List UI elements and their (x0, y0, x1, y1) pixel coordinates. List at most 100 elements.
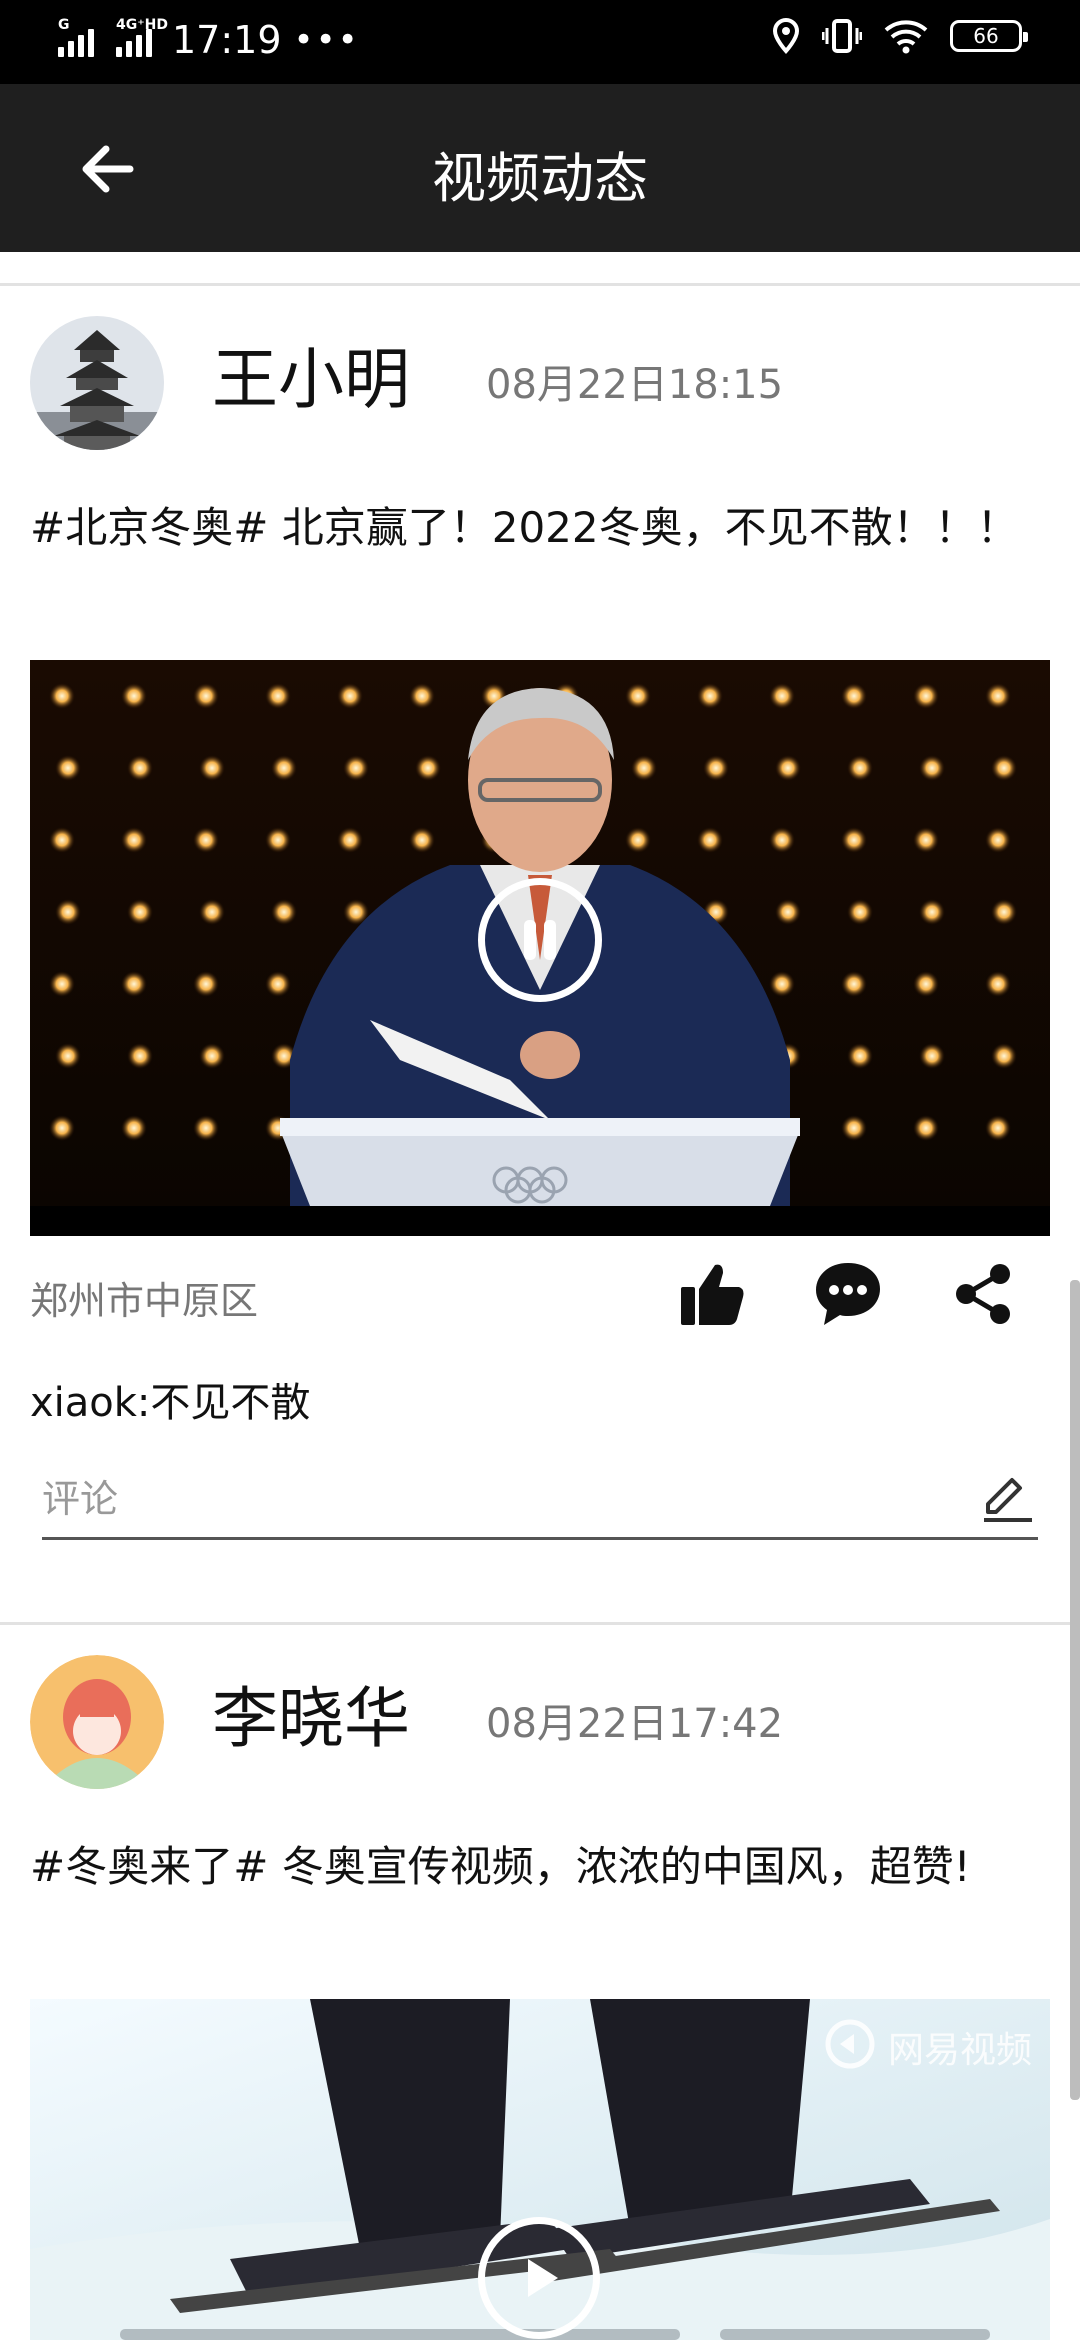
comment-input[interactable] (42, 1464, 942, 1534)
pause-icon (524, 920, 556, 960)
comment-icon (816, 1263, 880, 1325)
status-bar: G 4G⁺HD 17:19 ••• 66 (0, 0, 1080, 84)
stage-light (985, 971, 1011, 997)
post-card: 王小明 08月22日18:15 #北京冬奥# 北京赢了！2022冬奥，不见不散！… (0, 286, 1080, 1622)
stage-light (337, 683, 363, 709)
stage-light (697, 827, 723, 853)
stage-light (271, 755, 297, 781)
stage-light (193, 683, 219, 709)
stage-light (769, 971, 795, 997)
stage-light (199, 755, 225, 781)
battery-icon: 66 (950, 20, 1028, 52)
video-player[interactable]: 网易视频 (30, 1999, 1050, 2340)
stage-light (913, 827, 939, 853)
comment-box (42, 1464, 1038, 1540)
stage-light (265, 971, 291, 997)
stage-light (265, 683, 291, 709)
stage-light (919, 899, 945, 925)
stage-light (991, 1043, 1017, 1069)
girl-avatar-image (30, 1655, 164, 1789)
scrollbar[interactable] (1070, 1280, 1080, 2100)
stage-light (919, 755, 945, 781)
status-left: G 4G⁺HD 17:19 ••• (58, 17, 360, 62)
pause-button[interactable] (478, 878, 602, 1002)
stage-light (985, 827, 1011, 853)
stage-light (121, 827, 147, 853)
stage-light (193, 1115, 219, 1141)
title-bar: 视频动态 (0, 84, 1080, 252)
signal-tag: G (58, 17, 70, 33)
stage-light (343, 755, 369, 781)
stage-light (271, 899, 297, 925)
post-text: #北京冬奥# 北京赢了！2022冬奥，不见不散！！！ (30, 503, 1019, 552)
video-watermark: 网易视频 (888, 2030, 1033, 2071)
stage-light (769, 683, 795, 709)
post-text: #冬奥来了# 冬奥宣传视频，浓浓的中国风，超赞! (30, 1842, 971, 1891)
stage-light (127, 755, 153, 781)
stage-light (55, 755, 81, 781)
stage-light (631, 755, 657, 781)
stage-light (121, 1115, 147, 1141)
edit-icon (984, 1478, 1032, 1522)
stage-light (775, 755, 801, 781)
edit-button[interactable] (978, 1468, 1038, 1528)
page-title: 视频动态 (432, 147, 648, 210)
stage-light (913, 683, 939, 709)
comment-item: xiaok:不见不散 (30, 1380, 311, 1426)
stage-light (985, 1115, 1011, 1141)
stage-light (847, 899, 873, 925)
post-time: 08月22日17:42 (486, 1701, 784, 1747)
stage-light (193, 827, 219, 853)
stage-light (775, 899, 801, 925)
username[interactable]: 李晓华 (212, 1665, 410, 1761)
stage-light (127, 899, 153, 925)
stage-light (409, 827, 435, 853)
like-icon (681, 1264, 744, 1325)
avatar[interactable] (30, 316, 164, 450)
stage-light (913, 1115, 939, 1141)
comment-button[interactable] (808, 1254, 888, 1334)
pagoda-avatar-image (30, 316, 164, 450)
post-time: 08月22日18:15 (486, 362, 784, 408)
stage-light (697, 683, 723, 709)
share-button[interactable] (944, 1254, 1024, 1334)
status-right: 66 (772, 18, 1028, 54)
signal-icon: G (58, 17, 94, 57)
wifi-icon (884, 20, 928, 54)
stage-light (199, 899, 225, 925)
location-text: 郑州市中原区 (30, 1279, 259, 1323)
signal-4g-tag: 4G⁺HD (116, 17, 168, 33)
avatar[interactable] (30, 1655, 164, 1789)
status-dots: ••• (293, 20, 360, 60)
like-button[interactable] (672, 1254, 752, 1334)
stage-light (841, 1115, 867, 1141)
stage-light (127, 1043, 153, 1069)
stage-light (49, 683, 75, 709)
post-card: 李晓华 08月22日17:42 #冬奥来了# 冬奥宣传视频，浓浓的中国风，超赞! (0, 1625, 1080, 2340)
stage-light (625, 683, 651, 709)
vibrate-icon (822, 19, 862, 53)
stage-light (49, 971, 75, 997)
stage-light (625, 827, 651, 853)
stage-light (703, 755, 729, 781)
play-icon (528, 2259, 558, 2297)
stage-light (985, 683, 1011, 709)
username[interactable]: 王小明 (212, 326, 410, 422)
stage-light (841, 971, 867, 997)
stage-light (49, 1115, 75, 1141)
stage-light (337, 827, 363, 853)
location-icon (772, 18, 800, 54)
stage-light (265, 827, 291, 853)
stage-light (991, 755, 1017, 781)
play-button[interactable] (478, 2217, 600, 2339)
stage-light (841, 683, 867, 709)
stage-light (121, 971, 147, 997)
status-time: 17:19 (172, 18, 282, 62)
stage-light (193, 971, 219, 997)
stage-light (991, 899, 1017, 925)
video-player[interactable] (30, 660, 1050, 1236)
stage-light (55, 899, 81, 925)
battery-level: 66 (973, 24, 999, 48)
stage-light (121, 683, 147, 709)
stage-light (847, 1043, 873, 1069)
